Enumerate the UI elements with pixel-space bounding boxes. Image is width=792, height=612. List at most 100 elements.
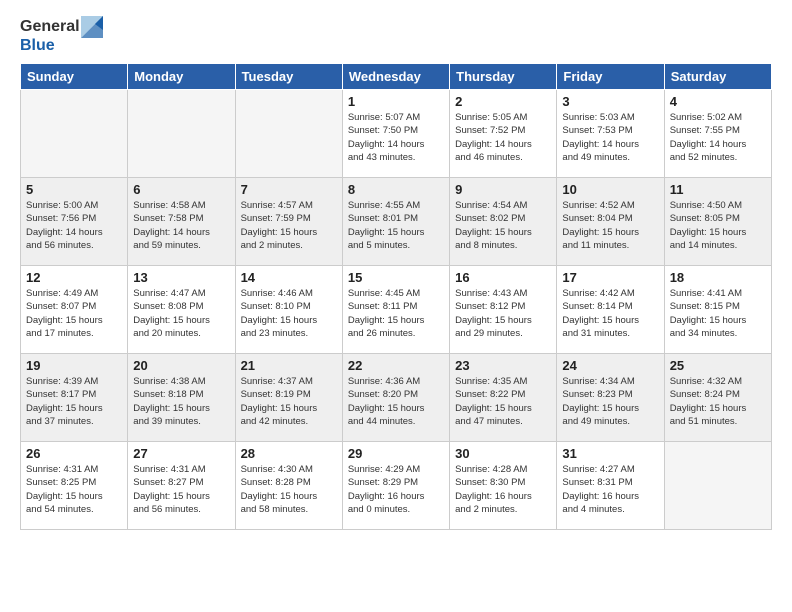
calendar-cell: 20 Sunrise: 4:38 AMSunset: 8:18 PMDayligh… <box>128 354 235 442</box>
day-info: Sunrise: 4:54 AMSunset: 8:02 PMDaylight:… <box>455 199 551 252</box>
day-info: Sunrise: 4:49 AMSunset: 8:07 PMDaylight:… <box>26 287 122 340</box>
calendar-cell <box>128 90 235 178</box>
col-header-monday: Monday <box>128 64 235 90</box>
logo: General Blue <box>20 16 103 55</box>
calendar-cell <box>235 90 342 178</box>
day-info: Sunrise: 4:31 AMSunset: 8:27 PMDaylight:… <box>133 463 229 516</box>
calendar-cell: 10 Sunrise: 4:52 AMSunset: 8:04 PMDayligh… <box>557 178 664 266</box>
day-number: 11 <box>670 182 766 197</box>
day-info: Sunrise: 4:50 AMSunset: 8:05 PMDaylight:… <box>670 199 766 252</box>
day-number: 19 <box>26 358 122 373</box>
day-number: 10 <box>562 182 658 197</box>
day-info: Sunrise: 4:57 AMSunset: 7:59 PMDaylight:… <box>241 199 337 252</box>
col-header-saturday: Saturday <box>664 64 771 90</box>
day-info: Sunrise: 4:32 AMSunset: 8:24 PMDaylight:… <box>670 375 766 428</box>
day-number: 3 <box>562 94 658 109</box>
day-info: Sunrise: 5:07 AMSunset: 7:50 PMDaylight:… <box>348 111 444 164</box>
day-number: 22 <box>348 358 444 373</box>
day-number: 16 <box>455 270 551 285</box>
calendar-cell: 18Sunrise: 4:41 AMSunset: 8:15 PMDayligh… <box>664 266 771 354</box>
calendar-cell: 4 Sunrise: 5:02 AMSunset: 7:55 PMDaylight… <box>664 90 771 178</box>
day-info: Sunrise: 4:35 AMSunset: 8:22 PMDaylight:… <box>455 375 551 428</box>
day-number: 7 <box>241 182 337 197</box>
calendar-cell: 23 Sunrise: 4:35 AMSunset: 8:22 PMDayligh… <box>450 354 557 442</box>
calendar-cell: 11 Sunrise: 4:50 AMSunset: 8:05 PMDayligh… <box>664 178 771 266</box>
col-header-thursday: Thursday <box>450 64 557 90</box>
header: General Blue <box>20 16 772 55</box>
col-header-wednesday: Wednesday <box>342 64 449 90</box>
day-info: Sunrise: 4:39 AMSunset: 8:17 PMDaylight:… <box>26 375 122 428</box>
day-number: 29 <box>348 446 444 461</box>
day-number: 23 <box>455 358 551 373</box>
week-row-5: 26Sunrise: 4:31 AMSunset: 8:25 PMDayligh… <box>21 442 772 530</box>
page: General Blue SundayMondayTuesdayWednesda… <box>0 0 792 612</box>
calendar-cell: 29 Sunrise: 4:29 AMSunset: 8:29 PMDayligh… <box>342 442 449 530</box>
day-info: Sunrise: 4:36 AMSunset: 8:20 PMDaylight:… <box>348 375 444 428</box>
day-number: 1 <box>348 94 444 109</box>
calendar-cell: 26Sunrise: 4:31 AMSunset: 8:25 PMDayligh… <box>21 442 128 530</box>
day-info: Sunrise: 5:03 AMSunset: 7:53 PMDaylight:… <box>562 111 658 164</box>
calendar-cell: 24 Sunrise: 4:34 AMSunset: 8:23 PMDayligh… <box>557 354 664 442</box>
day-info: Sunrise: 4:45 AMSunset: 8:11 PMDaylight:… <box>348 287 444 340</box>
calendar-cell: 27 Sunrise: 4:31 AMSunset: 8:27 PMDayligh… <box>128 442 235 530</box>
calendar-cell <box>664 442 771 530</box>
calendar-cell: 3 Sunrise: 5:03 AMSunset: 7:53 PMDaylight… <box>557 90 664 178</box>
calendar-cell: 22 Sunrise: 4:36 AMSunset: 8:20 PMDayligh… <box>342 354 449 442</box>
day-number: 14 <box>241 270 337 285</box>
day-info: Sunrise: 4:30 AMSunset: 8:28 PMDaylight:… <box>241 463 337 516</box>
day-number: 24 <box>562 358 658 373</box>
day-info: Sunrise: 4:46 AMSunset: 8:10 PMDaylight:… <box>241 287 337 340</box>
calendar-cell: 12 Sunrise: 4:49 AMSunset: 8:07 PMDayligh… <box>21 266 128 354</box>
day-info: Sunrise: 4:47 AMSunset: 8:08 PMDaylight:… <box>133 287 229 340</box>
day-info: Sunrise: 4:38 AMSunset: 8:18 PMDaylight:… <box>133 375 229 428</box>
day-info: Sunrise: 4:37 AMSunset: 8:19 PMDaylight:… <box>241 375 337 428</box>
day-number: 28 <box>241 446 337 461</box>
day-info: Sunrise: 4:43 AMSunset: 8:12 PMDaylight:… <box>455 287 551 340</box>
day-info: Sunrise: 5:05 AMSunset: 7:52 PMDaylight:… <box>455 111 551 164</box>
week-row-1: 1 Sunrise: 5:07 AMSunset: 7:50 PMDaylight… <box>21 90 772 178</box>
day-info: Sunrise: 4:52 AMSunset: 8:04 PMDaylight:… <box>562 199 658 252</box>
day-info: Sunrise: 4:31 AMSunset: 8:25 PMDaylight:… <box>26 463 122 516</box>
calendar-cell: 8 Sunrise: 4:55 AMSunset: 8:01 PMDaylight… <box>342 178 449 266</box>
day-info: Sunrise: 4:55 AMSunset: 8:01 PMDaylight:… <box>348 199 444 252</box>
calendar-cell: 2 Sunrise: 5:05 AMSunset: 7:52 PMDaylight… <box>450 90 557 178</box>
day-number: 12 <box>26 270 122 285</box>
calendar-cell: 7 Sunrise: 4:57 AMSunset: 7:59 PMDaylight… <box>235 178 342 266</box>
calendar-cell: 21 Sunrise: 4:37 AMSunset: 8:19 PMDayligh… <box>235 354 342 442</box>
day-info: Sunrise: 4:42 AMSunset: 8:14 PMDaylight:… <box>562 287 658 340</box>
week-row-4: 19 Sunrise: 4:39 AMSunset: 8:17 PMDayligh… <box>21 354 772 442</box>
calendar-cell: 14 Sunrise: 4:46 AMSunset: 8:10 PMDayligh… <box>235 266 342 354</box>
day-number: 13 <box>133 270 229 285</box>
day-info: Sunrise: 4:58 AMSunset: 7:58 PMDaylight:… <box>133 199 229 252</box>
calendar-cell: 16 Sunrise: 4:43 AMSunset: 8:12 PMDayligh… <box>450 266 557 354</box>
day-number: 17 <box>562 270 658 285</box>
calendar-cell: 5Sunrise: 5:00 AMSunset: 7:56 PMDaylight… <box>21 178 128 266</box>
day-number: 4 <box>670 94 766 109</box>
day-number: 25 <box>670 358 766 373</box>
day-info: Sunrise: 5:02 AMSunset: 7:55 PMDaylight:… <box>670 111 766 164</box>
calendar-cell: 9Sunrise: 4:54 AMSunset: 8:02 PMDaylight… <box>450 178 557 266</box>
calendar-cell: 6 Sunrise: 4:58 AMSunset: 7:58 PMDaylight… <box>128 178 235 266</box>
day-number: 31 <box>562 446 658 461</box>
day-info: Sunrise: 4:34 AMSunset: 8:23 PMDaylight:… <box>562 375 658 428</box>
day-info: Sunrise: 4:29 AMSunset: 8:29 PMDaylight:… <box>348 463 444 516</box>
calendar-cell: 25 Sunrise: 4:32 AMSunset: 8:24 PMDayligh… <box>664 354 771 442</box>
day-number: 15 <box>348 270 444 285</box>
day-number: 27 <box>133 446 229 461</box>
day-number: 8 <box>348 182 444 197</box>
day-info: Sunrise: 4:41 AMSunset: 8:15 PMDaylight:… <box>670 287 766 340</box>
day-number: 6 <box>133 182 229 197</box>
day-number: 2 <box>455 94 551 109</box>
day-number: 21 <box>241 358 337 373</box>
day-info: Sunrise: 5:00 AMSunset: 7:56 PMDaylight:… <box>26 199 122 252</box>
week-row-3: 12 Sunrise: 4:49 AMSunset: 8:07 PMDayligh… <box>21 266 772 354</box>
day-number: 20 <box>133 358 229 373</box>
calendar-cell: 30Sunrise: 4:28 AMSunset: 8:30 PMDayligh… <box>450 442 557 530</box>
col-header-tuesday: Tuesday <box>235 64 342 90</box>
day-info: Sunrise: 4:27 AMSunset: 8:31 PMDaylight:… <box>562 463 658 516</box>
calendar-cell: 17 Sunrise: 4:42 AMSunset: 8:14 PMDayligh… <box>557 266 664 354</box>
calendar-cell <box>21 90 128 178</box>
calendar-cell: 31 Sunrise: 4:27 AMSunset: 8:31 PMDayligh… <box>557 442 664 530</box>
calendar-cell: 13 Sunrise: 4:47 AMSunset: 8:08 PMDayligh… <box>128 266 235 354</box>
calendar: SundayMondayTuesdayWednesdayThursdayFrid… <box>20 63 772 530</box>
